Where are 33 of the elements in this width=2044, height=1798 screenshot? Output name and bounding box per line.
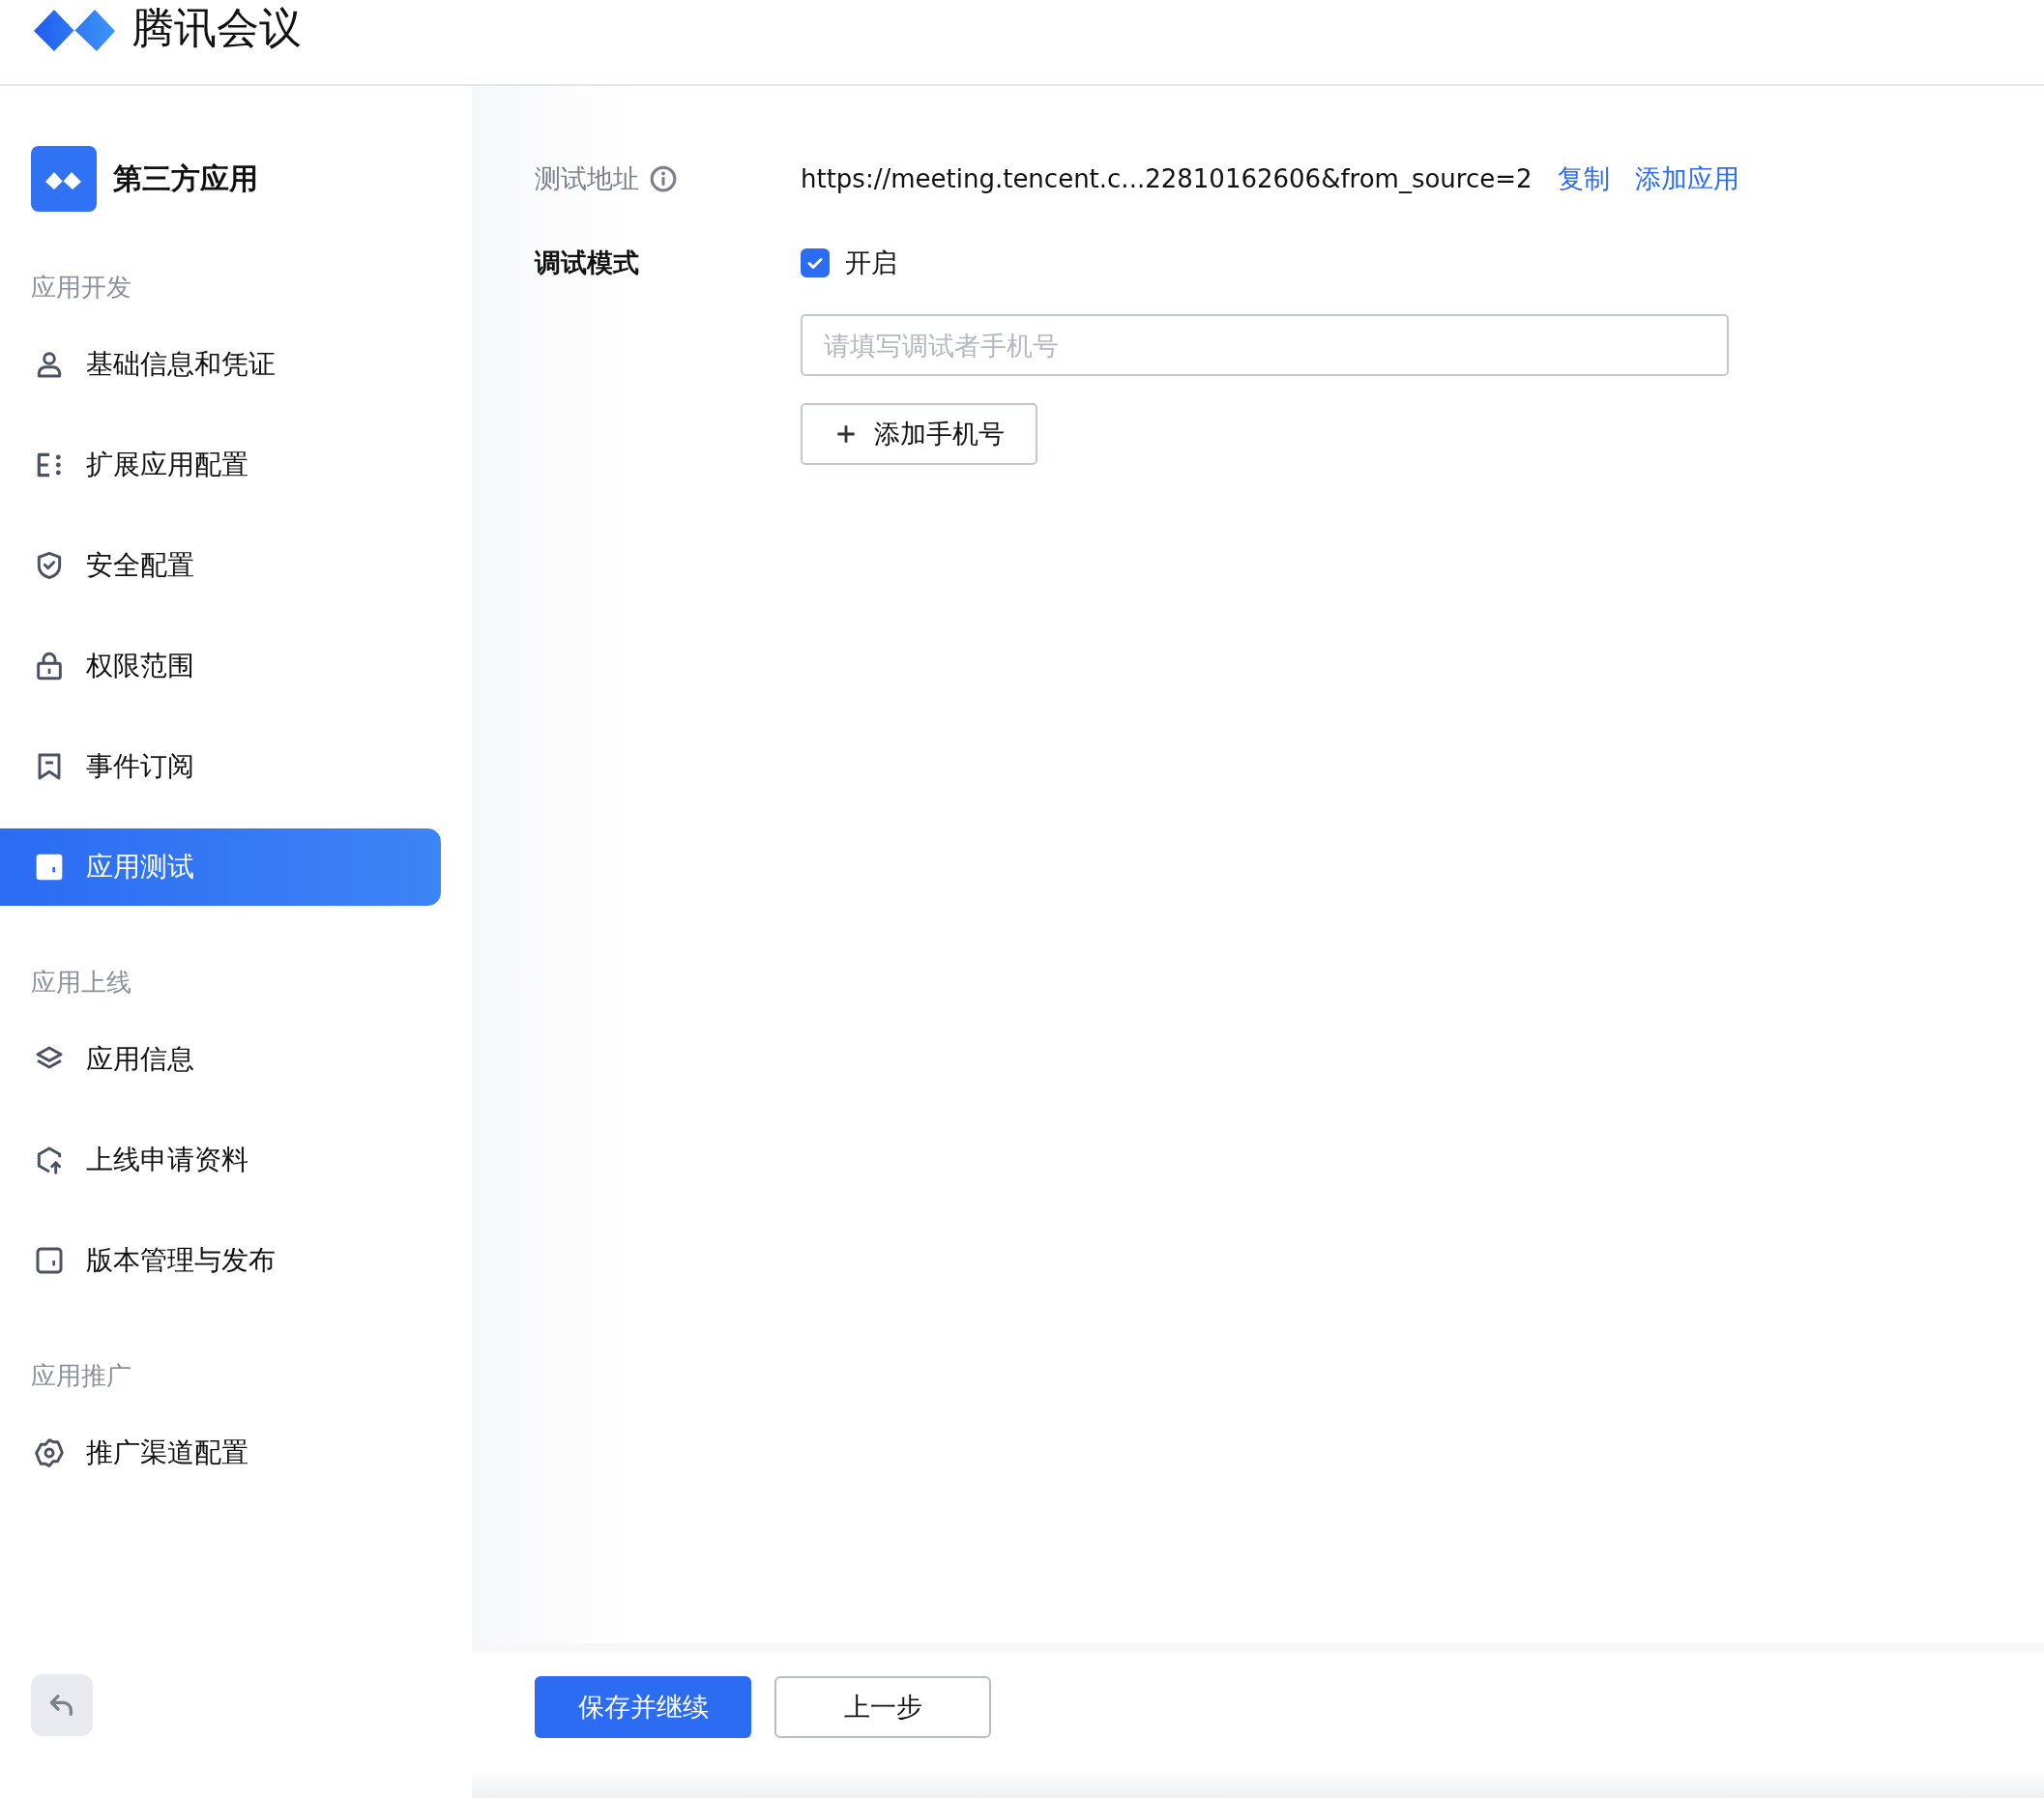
app-title: 第三方应用 [113,160,258,197]
sidebar-item[interactable]: 权限范围 [0,627,441,705]
checkbox[interactable] [801,248,830,277]
section-heading: 应用开发 [30,272,132,304]
sidebar-item[interactable]: 扩展应用配置 [0,426,441,504]
lock-icon [34,651,65,682]
brand-title: 腾讯会议 [131,2,302,54]
phone-input-field[interactable]: 请填写调试者手机号 [801,314,1729,376]
section-heading: 应用上线 [30,967,132,999]
field-label: 调试模式 [535,246,639,279]
tablet-icon [34,1245,65,1276]
back-button[interactable] [31,1674,93,1736]
app-logo-icon [31,146,97,212]
previous-step-button[interactable]: 上一步 [774,1676,991,1738]
sidebar-item[interactable]: 推广渠道配置 [0,1414,441,1492]
field-label: 测试地址 [535,162,639,195]
link[interactable]: 添加应用 [1634,160,1739,198]
info-icon [649,164,678,193]
url-text: https://meeting.tencent.c...22810162606&from_source=2 [801,163,1533,195]
sidebar-item[interactable]: 版本管理与发布 [0,1222,441,1299]
section-heading: 应用推广 [30,1360,132,1392]
sidebar-item[interactable]: 应用测试 [0,828,441,906]
sidebar-item[interactable]: 基础信息和凭证 [0,326,441,403]
sidebar-item[interactable]: 上线申请资料 [0,1121,441,1199]
save-continue-button[interactable]: 保存并继续 [535,1676,751,1738]
add-phone-button[interactable]: 添加手机号 [801,403,1037,465]
link[interactable]: 复制 [1557,160,1610,198]
sidebar-item[interactable]: 事件订阅 [0,728,441,805]
gear-icon [34,1437,65,1468]
checkbox-label: 开启 [845,246,897,279]
sidebar-item[interactable]: 安全配置 [0,527,441,604]
sidebar-item[interactable]: 应用信息 [0,1021,441,1098]
tablet-icon [34,852,65,883]
